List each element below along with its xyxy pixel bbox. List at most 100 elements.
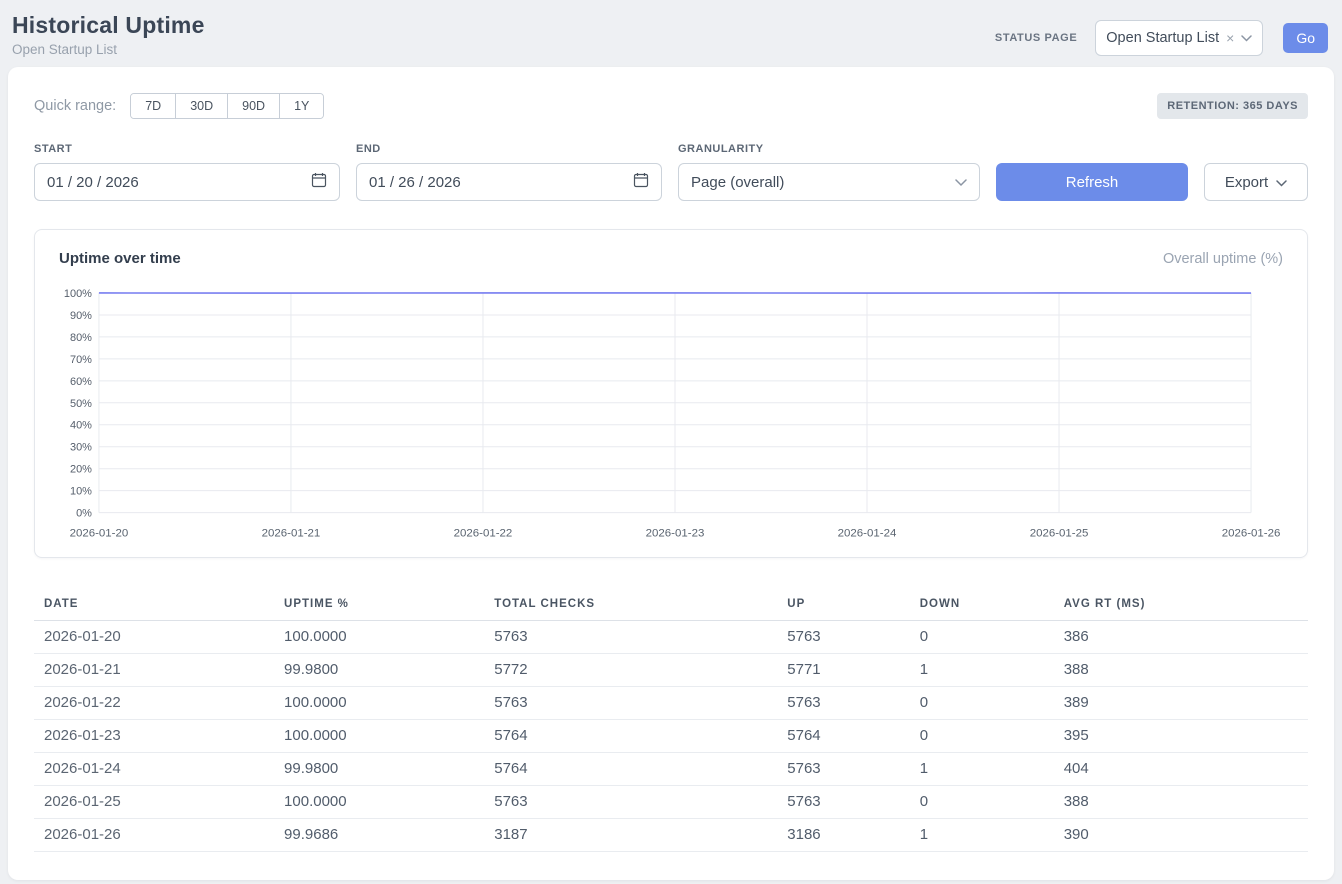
granularity-value: Page (overall) <box>691 174 784 191</box>
start-date-value: 01 / 20 / 2026 <box>47 174 139 191</box>
status-page-value: Open Startup List <box>1106 30 1219 46</box>
table-cell: 5771 <box>779 653 911 686</box>
table-row: 2026-01-22100.0000576357630389 <box>34 686 1308 719</box>
table-cell: 2026-01-24 <box>34 752 276 785</box>
status-page-controls: STATUS PAGE Open Startup List × Go <box>995 20 1328 56</box>
svg-text:60%: 60% <box>70 376 92 388</box>
svg-text:2026-01-23: 2026-01-23 <box>646 528 705 540</box>
uptime-table: DATEUPTIME %TOTAL CHECKSUPDOWNAVG RT (MS… <box>34 588 1308 852</box>
table-cell: 0 <box>912 719 1056 752</box>
quick-range-row: Quick range: 7D30D90D1Y RETENTION: 365 D… <box>34 93 1308 119</box>
svg-text:100%: 100% <box>64 288 92 300</box>
uptime-chart: 0%10%20%30%40%50%60%70%80%90%100%2026-01… <box>59 281 1283 549</box>
table-row: 2026-01-2499.9800576457631404 <box>34 752 1308 785</box>
table-cell: 2026-01-21 <box>34 653 276 686</box>
end-date-field: END 01 / 26 / 2026 <box>356 143 662 201</box>
table-cell: 404 <box>1056 752 1308 785</box>
quick-range-7d-button[interactable]: 7D <box>131 94 175 118</box>
quick-range-label: Quick range: <box>34 98 116 114</box>
page-subtitle: Open Startup List <box>12 42 205 57</box>
go-button[interactable]: Go <box>1283 23 1328 53</box>
chart-title: Uptime over time <box>59 250 181 267</box>
table-cell: 100.0000 <box>276 620 486 653</box>
table-cell: 389 <box>1056 686 1308 719</box>
table-cell: 5763 <box>486 686 779 719</box>
filter-form-row: START 01 / 20 / 2026 END 01 / 26 / 2026 <box>34 143 1308 201</box>
quick-range-group: 7D30D90D1Y <box>130 93 324 119</box>
retention-badge: RETENTION: 365 DAYS <box>1157 93 1308 119</box>
end-label: END <box>356 143 662 155</box>
svg-text:80%: 80% <box>70 332 92 344</box>
table-cell: 5764 <box>779 719 911 752</box>
table-cell: 0 <box>912 620 1056 653</box>
table-cell: 5763 <box>779 686 911 719</box>
end-date-input[interactable]: 01 / 26 / 2026 <box>356 163 662 201</box>
quick-range-30d-button[interactable]: 30D <box>175 94 227 118</box>
table-cell: 2026-01-22 <box>34 686 276 719</box>
table-cell: 0 <box>912 686 1056 719</box>
table-cell: 5764 <box>486 752 779 785</box>
table-cell: 388 <box>1056 653 1308 686</box>
chevron-down-icon <box>1241 30 1252 46</box>
quick-range-1y-button[interactable]: 1Y <box>279 94 323 118</box>
svg-text:2026-01-24: 2026-01-24 <box>838 528 897 540</box>
main-card: Quick range: 7D30D90D1Y RETENTION: 365 D… <box>8 67 1334 880</box>
column-header: DOWN <box>912 588 1056 621</box>
table-cell: 5763 <box>779 620 911 653</box>
export-button[interactable]: Export <box>1204 163 1308 201</box>
table-cell: 1 <box>912 653 1056 686</box>
svg-text:50%: 50% <box>70 398 92 410</box>
granularity-select[interactable]: Page (overall) <box>678 163 980 201</box>
svg-text:2026-01-20: 2026-01-20 <box>70 528 129 540</box>
clear-selection-icon[interactable]: × <box>1226 31 1234 45</box>
svg-text:30%: 30% <box>70 442 92 454</box>
start-date-input[interactable]: 01 / 20 / 2026 <box>34 163 340 201</box>
column-header: UPTIME % <box>276 588 486 621</box>
table-cell: 99.9686 <box>276 818 486 851</box>
column-header: TOTAL CHECKS <box>486 588 779 621</box>
calendar-icon[interactable] <box>633 172 649 192</box>
table-row: 2026-01-2199.9800577257711388 <box>34 653 1308 686</box>
table-cell: 99.9800 <box>276 653 486 686</box>
table-row: 2026-01-25100.0000576357630388 <box>34 785 1308 818</box>
svg-text:20%: 20% <box>70 464 92 476</box>
svg-text:0%: 0% <box>76 508 92 520</box>
column-header: DATE <box>34 588 276 621</box>
svg-text:40%: 40% <box>70 420 92 432</box>
table-cell: 5763 <box>486 620 779 653</box>
table-cell: 5763 <box>779 785 911 818</box>
table-row: 2026-01-20100.0000576357630386 <box>34 620 1308 653</box>
column-header: UP <box>779 588 911 621</box>
chevron-down-icon <box>1276 174 1287 191</box>
granularity-field: GRANULARITY Page (overall) <box>678 143 980 201</box>
status-page-label: STATUS PAGE <box>995 32 1077 44</box>
chart-legend: Overall uptime (%) <box>1163 251 1283 267</box>
table-cell: 100.0000 <box>276 785 486 818</box>
svg-text:2026-01-21: 2026-01-21 <box>262 528 321 540</box>
table-cell: 5772 <box>486 653 779 686</box>
table-row: 2026-01-2699.9686318731861390 <box>34 818 1308 851</box>
table-row: 2026-01-23100.0000576457640395 <box>34 719 1308 752</box>
table-cell: 5763 <box>779 752 911 785</box>
quick-range-90d-button[interactable]: 90D <box>227 94 279 118</box>
calendar-icon[interactable] <box>311 172 327 192</box>
refresh-button[interactable]: Refresh <box>996 163 1188 201</box>
page-title: Historical Uptime <box>12 12 205 39</box>
table-cell: 388 <box>1056 785 1308 818</box>
status-page-select[interactable]: Open Startup List × <box>1095 20 1263 56</box>
table-body: 2026-01-20100.00005763576303862026-01-21… <box>34 620 1308 851</box>
table-cell: 2026-01-26 <box>34 818 276 851</box>
page-header: Historical Uptime Open Startup List STAT… <box>0 0 1342 67</box>
table-cell: 390 <box>1056 818 1308 851</box>
svg-text:2026-01-26: 2026-01-26 <box>1222 528 1281 540</box>
title-block: Historical Uptime Open Startup List <box>12 12 205 57</box>
table-cell: 3186 <box>779 818 911 851</box>
table-cell: 99.9800 <box>276 752 486 785</box>
table-cell: 5764 <box>486 719 779 752</box>
table-cell: 2026-01-20 <box>34 620 276 653</box>
start-label: START <box>34 143 340 155</box>
table-cell: 2026-01-25 <box>34 785 276 818</box>
chevron-down-icon <box>955 174 967 191</box>
export-label: Export <box>1225 174 1268 191</box>
table-header-row: DATEUPTIME %TOTAL CHECKSUPDOWNAVG RT (MS… <box>34 588 1308 621</box>
